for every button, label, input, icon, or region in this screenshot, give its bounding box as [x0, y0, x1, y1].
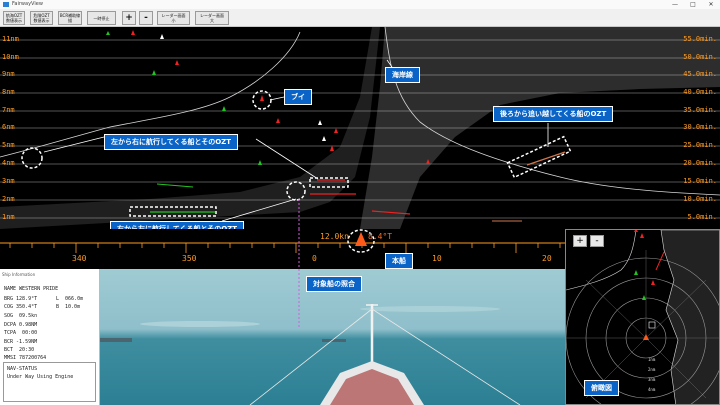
nav-status-box: NAV-STATUS Under Way Using Engine	[3, 362, 96, 402]
heading-340: 340	[72, 254, 87, 263]
ship-length: L 066.0m	[56, 296, 84, 302]
ring-label-4nm: 4nm	[648, 387, 656, 392]
range-label-9nm: 9nm	[2, 70, 15, 78]
callout-bird-view: 俯瞰図	[584, 380, 619, 396]
callout-left-to-right: 左から右に航行してくる船とそのOZT	[104, 134, 239, 150]
green-ozt-line	[156, 183, 194, 188]
range-label-5nm: 5nm	[2, 141, 15, 149]
heading-20: 20	[542, 254, 552, 263]
window-title: FairwayView	[12, 1, 43, 7]
callout-buoy: ブイ	[284, 89, 312, 105]
pause-button[interactable]: 一時停止	[87, 11, 116, 25]
range-label-4nm: 4nm	[2, 159, 15, 167]
ship-dcpa: DCPA 0.98NM	[4, 322, 38, 328]
radar-graphics	[0, 27, 720, 229]
radar-small-button[interactable]: レーダー画面 小	[157, 11, 190, 25]
ship-sog: SOG 09.5kn	[4, 313, 38, 319]
time-label-40: 40.0min.	[683, 88, 717, 96]
heading-0: 0	[312, 254, 317, 263]
birds-eye-map[interactable]: + - 1nm 2nm 3nm 4nm 俯瞰図	[565, 229, 720, 405]
time-label-5: 5.0min.	[687, 213, 717, 221]
bcr-guide-button[interactable]: BCR補助線 描	[58, 11, 82, 25]
ring-label-1nm: 1nm	[648, 357, 656, 362]
fairway-view-app: FairwayView — □ ✕ 航海OZT 数値表示 危険OZT 数値表示 …	[0, 0, 720, 405]
callout-overtaking: 後ろから追い越してくる船のOZT	[493, 106, 614, 122]
ship-bct: BCT 20:30	[4, 347, 35, 353]
map-zoom-out-button[interactable]: -	[590, 235, 604, 247]
callout-own-ship: 本船	[385, 253, 413, 269]
time-label-45: 45.0min.	[683, 70, 717, 78]
range-label-3nm: 3nm	[2, 177, 15, 185]
map-zoom-in-button[interactable]: +	[573, 235, 587, 247]
maximize-icon[interactable]: □	[684, 0, 702, 9]
range-label-2nm: 2nm	[2, 195, 15, 203]
time-label-50: 50.0min.	[683, 53, 717, 61]
ring-label-2nm: 2nm	[648, 367, 656, 372]
ship-brg: BRG 128.9°T	[4, 296, 38, 302]
time-label-10: 10.0min.	[683, 195, 717, 203]
ship-info-header: Ship Information	[2, 272, 36, 277]
range-label-11nm: 11nm	[2, 35, 19, 43]
toolbar: 航海OZT 数値表示 危険OZT 数値表示 BCR補助線 描 一時停止 + - …	[0, 9, 720, 27]
nav-status-value: Under Way Using Engine	[7, 374, 74, 380]
own-ship-marker	[643, 334, 649, 340]
zoom-out-button[interactable]: -	[139, 11, 153, 25]
ring-label-3nm: 3nm	[648, 377, 656, 382]
ship-tcpa: TCPA 00:00	[4, 330, 38, 336]
radar-perspective-view[interactable]: 11nm 10nm 9nm 8nm 7nm 6nm 5nm 4nm 3nm 2n…	[0, 27, 720, 229]
course-readout: 8.4°T	[368, 232, 393, 241]
ship-breadth: B 10.0m	[56, 304, 81, 310]
far-ship-target	[322, 339, 346, 342]
range-label-10nm: 10nm	[2, 53, 19, 61]
callout-target-match: 対象船の照合	[306, 276, 362, 292]
speed-readout: 12.0kn	[320, 232, 349, 241]
birds-eye-graphics	[566, 230, 719, 404]
window-controls: — □ ✕	[666, 0, 720, 9]
time-label-15: 15.0min.	[683, 177, 717, 185]
danger-ozt-display-button[interactable]: 危険OZT 数値表示	[30, 11, 53, 25]
minimize-icon[interactable]: —	[666, 0, 684, 9]
time-label-20: 20.0min.	[683, 159, 717, 167]
heading-350: 350	[182, 254, 197, 263]
radar-large-button[interactable]: レーダー画面 大	[195, 11, 229, 25]
heading-10: 10	[432, 254, 442, 263]
close-icon[interactable]: ✕	[702, 0, 720, 9]
birds-eye-land	[660, 230, 719, 404]
nav-ozt-display-button[interactable]: 航海OZT 数値表示	[3, 11, 25, 25]
time-label-35: 35.0min.	[683, 106, 717, 114]
ship-cog: COG 350.4°T	[4, 304, 38, 310]
window-titlebar: FairwayView — □ ✕	[0, 0, 720, 9]
own-ship-icon	[355, 232, 367, 246]
ship-name: NAME WESTERN PRIDE	[4, 286, 59, 292]
ship-information-panel: Ship Information NAME WESTERN PRIDE BRG …	[0, 269, 100, 405]
zoom-in-button[interactable]: +	[122, 11, 136, 25]
callout-right-to-left: 右から左に航行してくる船とそのOZT	[110, 221, 245, 229]
ship-mmsi: MMSI 787200764	[4, 355, 47, 361]
range-label-6nm: 6nm	[2, 123, 15, 131]
range-label-1nm: 1nm	[2, 213, 15, 221]
ship-bcr: BCR -1.59NM	[4, 339, 38, 345]
time-label-25: 25.0min.	[683, 141, 717, 149]
range-label-8nm: 8nm	[2, 88, 15, 96]
range-label-7nm: 7nm	[2, 106, 15, 114]
far-ship-left	[100, 338, 132, 342]
time-label-55: 55.0min.	[683, 35, 717, 43]
time-label-30: 30.0min.	[683, 123, 717, 131]
callout-coastline: 海岸線	[385, 67, 420, 83]
app-icon	[3, 2, 9, 7]
nav-status-label: NAV-STATUS	[7, 366, 38, 372]
